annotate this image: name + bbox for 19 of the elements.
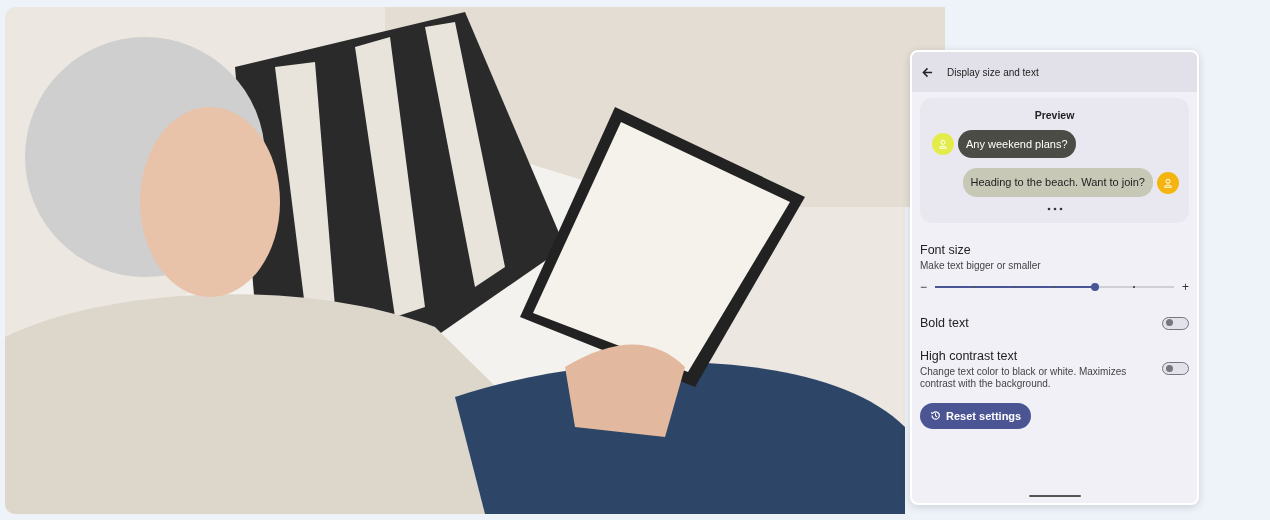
screen-title: Display size and text	[947, 65, 1039, 80]
message-bubble: Any weekend plans?	[958, 129, 1076, 159]
slider-thumb[interactable]	[1091, 283, 1100, 291]
pager-dots-icon	[1046, 206, 1063, 211]
setting-description: Make text bigger or smaller	[920, 259, 1042, 272]
history-icon	[930, 410, 941, 422]
toggle-switch[interactable]	[1162, 362, 1189, 376]
setting-description: Change text color to black or white. Maximizes contrast with the background.	[920, 365, 1128, 391]
setting-label: Font size	[920, 241, 972, 259]
increase-button[interactable]: +	[1182, 278, 1189, 296]
decrease-button[interactable]: −	[920, 278, 927, 296]
preview-title: Preview	[1033, 108, 1076, 123]
toggle-switch[interactable]	[1162, 316, 1189, 330]
reset-button[interactable]: Reset settings	[920, 402, 1032, 429]
gesture-handle	[1028, 495, 1081, 497]
setting-label: High contrast text	[920, 347, 1019, 365]
back-icon[interactable]	[922, 66, 933, 78]
message-bubble: Heading to the beach. Want to join?	[962, 168, 1153, 197]
setting-label: Bold text	[920, 315, 969, 332]
